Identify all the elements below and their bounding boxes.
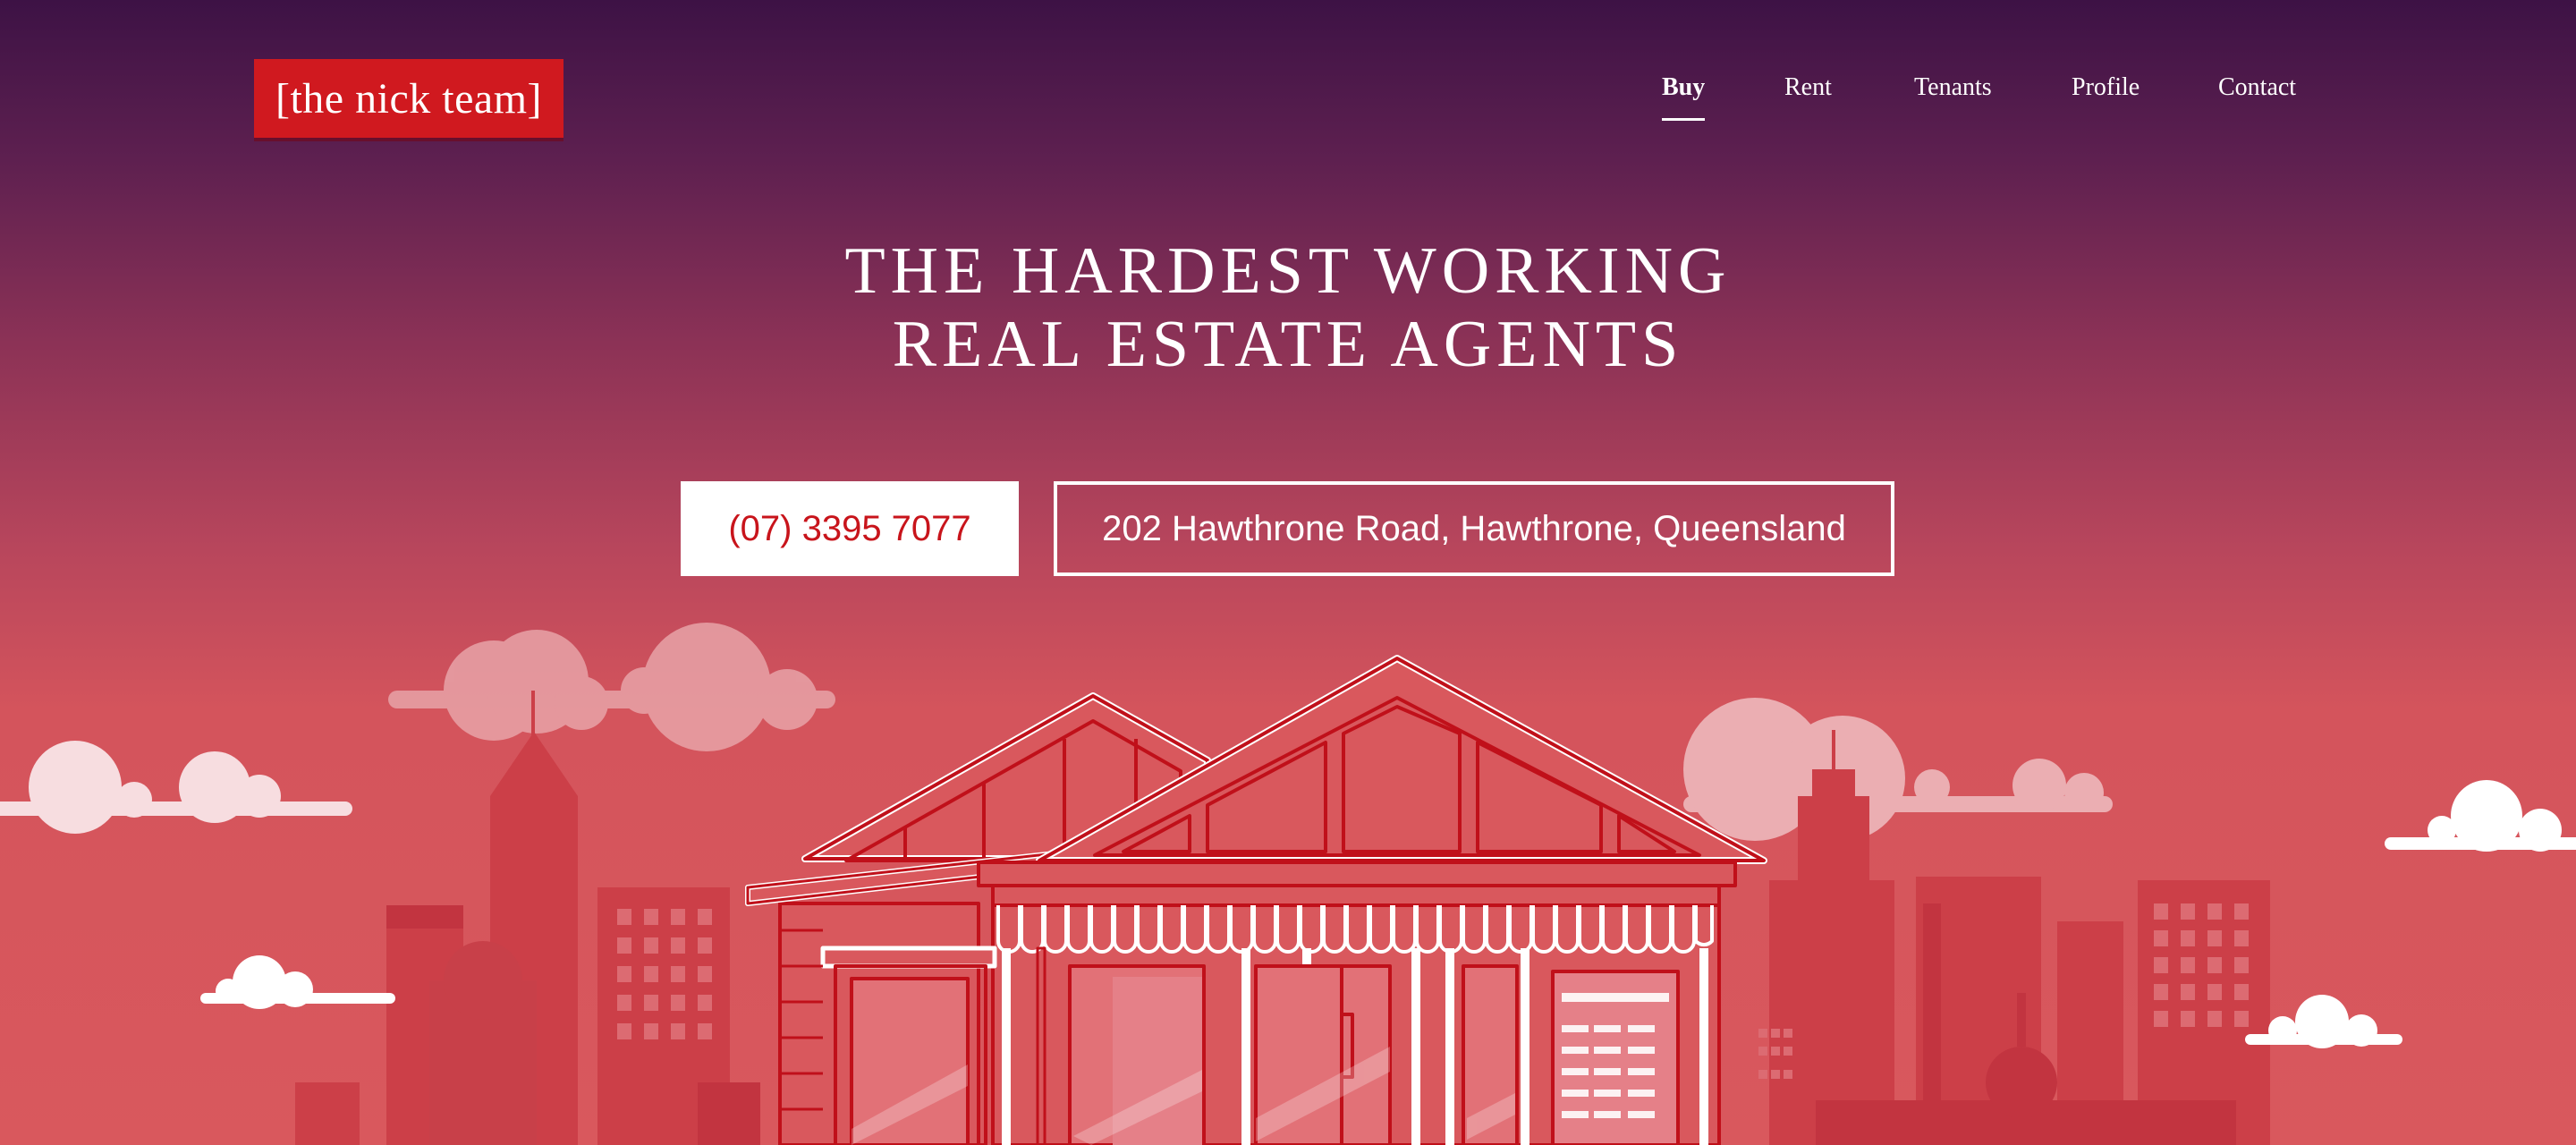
phone-button[interactable]: (07) 3395 7077 xyxy=(681,481,1019,576)
nav-item-tenants[interactable]: Tenants xyxy=(1914,70,1992,106)
cloud-left-small xyxy=(200,955,395,1009)
cloud-far-right xyxy=(2385,780,2576,852)
cloud-left-far xyxy=(388,623,835,751)
hero-headline-line-1: THE HARDEST WORKING xyxy=(844,234,1732,308)
nav-item-rent[interactable]: Rent xyxy=(1784,70,1832,106)
hero-headline-line-2: REAL ESTATE AGENTS xyxy=(892,308,1684,381)
nav-item-contact[interactable]: Contact xyxy=(2218,70,2296,106)
nav-item-buy[interactable]: Buy xyxy=(1662,70,1706,121)
cloud-left-near xyxy=(0,741,352,834)
skyline-left xyxy=(295,691,760,1145)
address-button[interactable]: 202 Hawthrone Road, Hawthrone, Queenslan… xyxy=(1054,481,1894,576)
cloud-center-right xyxy=(1683,698,2113,841)
main-nav: Buy Rent Tenants Profile Contact xyxy=(0,70,2576,123)
hero-headline: THE HARDEST WORKING REAL ESTATE AGENTS xyxy=(0,234,2576,381)
nav-item-profile[interactable]: Profile xyxy=(2072,70,2140,106)
